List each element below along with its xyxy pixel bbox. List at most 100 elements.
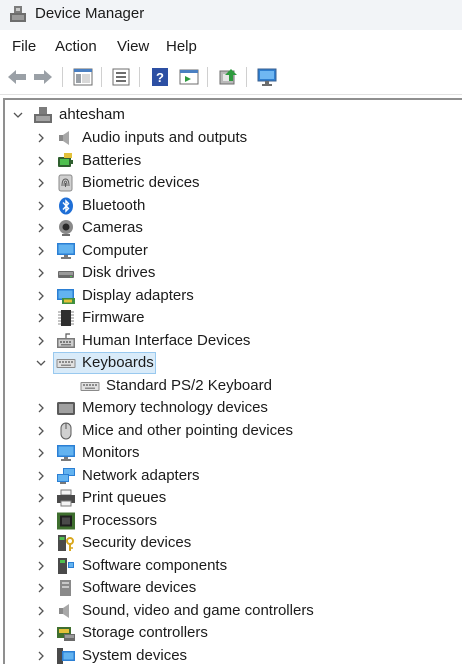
chevron-right-icon[interactable] [36, 222, 46, 234]
tree-category[interactable]: Disk drives [5, 262, 460, 284]
tree-root[interactable]: ahtesham [5, 104, 460, 126]
tree-category[interactable]: Network adapters [5, 465, 460, 487]
back-arrow-icon[interactable] [6, 67, 28, 87]
software-component-icon [58, 558, 74, 574]
tree-category[interactable]: Bluetooth [5, 195, 460, 217]
chevron-down-icon[interactable] [13, 109, 23, 121]
battery-icon [58, 153, 73, 167]
menu-action[interactable]: Action [55, 38, 97, 55]
computer-icon [57, 243, 75, 259]
forward-arrow-icon[interactable] [32, 67, 54, 87]
software-device-icon [60, 580, 71, 596]
chevron-right-icon[interactable] [36, 515, 46, 527]
system-devices-icon [57, 648, 75, 664]
menu-view[interactable]: View [117, 38, 149, 55]
properties-icon[interactable] [110, 67, 132, 87]
tree-category[interactable]: Security devices [5, 532, 460, 554]
tree-category[interactable]: Display adapters [5, 285, 460, 307]
tree-category[interactable]: Print queues [5, 487, 460, 509]
tree-category[interactable]: Storage controllers [5, 622, 460, 644]
device-tree: ahtesham Audio inputs and outputs Batter… [3, 98, 462, 664]
tree-category[interactable]: Batteries [5, 150, 460, 172]
chevron-right-icon[interactable] [36, 267, 46, 279]
tree-device[interactable]: Standard PS/2 Keyboard [5, 375, 460, 397]
tree-category[interactable]: Computer [5, 240, 460, 262]
sound-controller-icon [59, 604, 69, 618]
tree-category[interactable]: Processors [5, 510, 460, 532]
action-icon[interactable] [178, 67, 200, 87]
category-label: System devices [82, 647, 188, 664]
category-label: Audio inputs and outputs [82, 129, 248, 146]
category-label: Memory technology devices [82, 399, 268, 416]
chevron-right-icon[interactable] [36, 245, 46, 257]
chevron-right-icon[interactable] [36, 470, 46, 482]
tree-category[interactable]: Human Interface Devices [5, 330, 460, 352]
help-icon[interactable]: ? [149, 67, 171, 87]
tree-category[interactable]: Biometric devices [5, 172, 460, 194]
category-label: Display adapters [82, 287, 194, 304]
category-label: Print queues [82, 489, 167, 506]
category-label: Keyboards [82, 354, 154, 371]
category-label: Network adapters [82, 467, 200, 484]
tree-category[interactable]: Memory technology devices [5, 397, 460, 419]
category-label: Biometric devices [82, 174, 200, 191]
chevron-right-icon[interactable] [36, 402, 46, 414]
show-hide-tree-icon[interactable] [72, 67, 94, 87]
title-bar: Device Manager [0, 0, 462, 30]
tree-category[interactable]: Audio inputs and outputs [5, 127, 460, 149]
device-label: Standard PS/2 Keyboard [106, 377, 272, 394]
processor-icon [57, 512, 75, 530]
tree-category[interactable]: Mice and other pointing devices [5, 420, 460, 442]
chevron-down-icon[interactable] [36, 357, 46, 369]
menu-bar: File Action View Help [0, 30, 462, 60]
category-label: Bluetooth [82, 197, 146, 214]
storage-controller-icon [57, 627, 75, 641]
mouse-icon [60, 422, 72, 440]
category-label: Disk drives [82, 264, 156, 281]
chevron-right-icon[interactable] [36, 155, 46, 167]
chevron-right-icon[interactable] [36, 605, 46, 617]
tree-root-label: ahtesham [59, 106, 125, 123]
chevron-right-icon[interactable] [36, 650, 46, 662]
chevron-right-icon[interactable] [36, 177, 46, 189]
chevron-right-icon[interactable] [36, 200, 46, 212]
tree-category[interactable]: Firmware [5, 307, 460, 329]
category-label: Cameras [82, 219, 143, 236]
chevron-right-icon[interactable] [36, 582, 46, 594]
toolbar-separator [246, 67, 247, 87]
menu-help[interactable]: Help [166, 38, 197, 55]
tree-category-selected[interactable]: Keyboards [5, 352, 460, 374]
category-label: Computer [82, 242, 148, 259]
chevron-right-icon[interactable] [36, 560, 46, 572]
tree-category[interactable]: Sound, video and game controllers [5, 600, 460, 622]
chevron-right-icon[interactable] [36, 132, 46, 144]
scan-hardware-icon[interactable] [256, 67, 278, 87]
category-label: Security devices [82, 534, 192, 551]
monitor-icon [57, 445, 75, 461]
category-label: Monitors [82, 444, 140, 461]
category-label: Human Interface Devices [82, 332, 251, 349]
chevron-right-icon[interactable] [36, 447, 46, 459]
chevron-right-icon[interactable] [36, 425, 46, 437]
tree-category[interactable]: System devices [5, 645, 460, 667]
chevron-right-icon[interactable] [36, 290, 46, 302]
fingerprint-icon [58, 174, 73, 192]
chevron-right-icon[interactable] [36, 312, 46, 324]
chevron-right-icon[interactable] [36, 537, 46, 549]
tree-category[interactable]: Software components [5, 555, 460, 577]
chevron-right-icon[interactable] [36, 335, 46, 347]
bluetooth-icon [59, 197, 73, 215]
tree-category[interactable]: Software devices [5, 577, 460, 599]
device-manager-app-icon [10, 6, 26, 22]
menu-file[interactable]: File [12, 38, 36, 55]
tree-category[interactable]: Cameras [5, 217, 460, 239]
chevron-right-icon[interactable] [36, 627, 46, 639]
tree-category[interactable]: Monitors [5, 442, 460, 464]
toolbar-separator [207, 67, 208, 87]
network-icon [57, 468, 75, 484]
update-driver-icon[interactable] [217, 67, 239, 87]
category-label: Storage controllers [82, 624, 208, 641]
category-label: Mice and other pointing devices [82, 422, 293, 439]
chevron-right-icon[interactable] [36, 492, 46, 504]
toolbar-separator [62, 67, 63, 87]
